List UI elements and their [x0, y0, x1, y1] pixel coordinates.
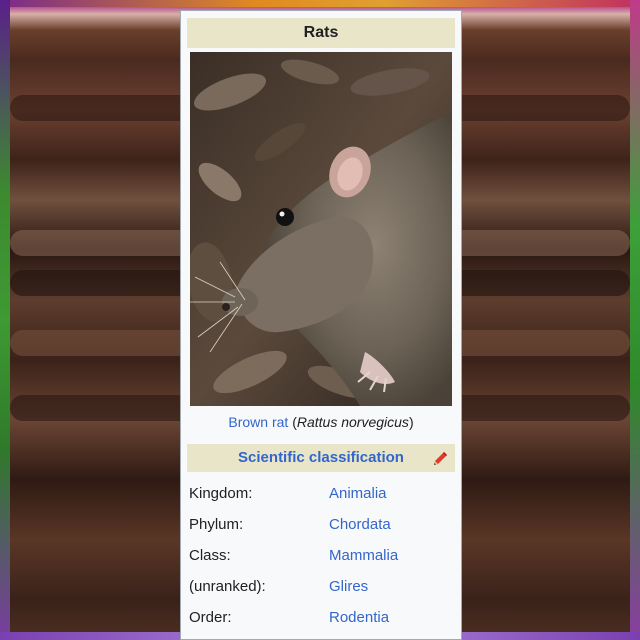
rank-value-link[interactable]: Rodentia [329, 602, 455, 633]
rat-photo[interactable] [190, 52, 452, 406]
taxobox: Rats Brown rat (Rattus norvegicus) Scien… [180, 10, 462, 640]
taxonomy-row: (unranked): Glires [187, 571, 455, 602]
scientific-classification-header: Scientific classification [187, 444, 455, 472]
rank-value-link[interactable]: Mammalia [329, 540, 455, 571]
rank-value-link[interactable]: Animalia [329, 478, 455, 509]
rank-value-link[interactable]: Chordata [329, 509, 455, 540]
right-edge [630, 0, 640, 640]
scientific-classification-link[interactable]: Scientific classification [238, 449, 404, 466]
infobox-title: Rats [187, 18, 455, 48]
rank-label: (unranked): [189, 578, 266, 595]
brown-rat-link[interactable]: Brown rat [228, 414, 288, 430]
rank-label: Order: [189, 609, 232, 626]
taxonomy-row: Class: Mammalia [187, 540, 455, 571]
taxonomy-row: Order: Rodentia [187, 602, 455, 633]
taxonomy-table: Kingdom: Animalia Phylum: Chordata Class… [187, 478, 455, 633]
rank-label: Phylum: [189, 516, 244, 533]
caption-open-paren: ( [288, 414, 297, 430]
taxonomy-row: Kingdom: Animalia [187, 478, 455, 509]
caption-scientific-name: Rattus norvegicus [296, 414, 409, 430]
taxonomy-row: Phylum: Chordata [187, 509, 455, 540]
left-edge [0, 0, 10, 640]
caption-close-paren: ) [408, 414, 414, 430]
rank-label: Class: [189, 547, 231, 564]
pencil-icon[interactable] [431, 450, 449, 468]
image-caption: Brown rat (Rattus norvegicus) [187, 414, 455, 436]
top-edge [0, 0, 640, 7]
rank-value-link[interactable]: Glires [329, 571, 455, 602]
rank-label: Kingdom: [189, 485, 253, 502]
